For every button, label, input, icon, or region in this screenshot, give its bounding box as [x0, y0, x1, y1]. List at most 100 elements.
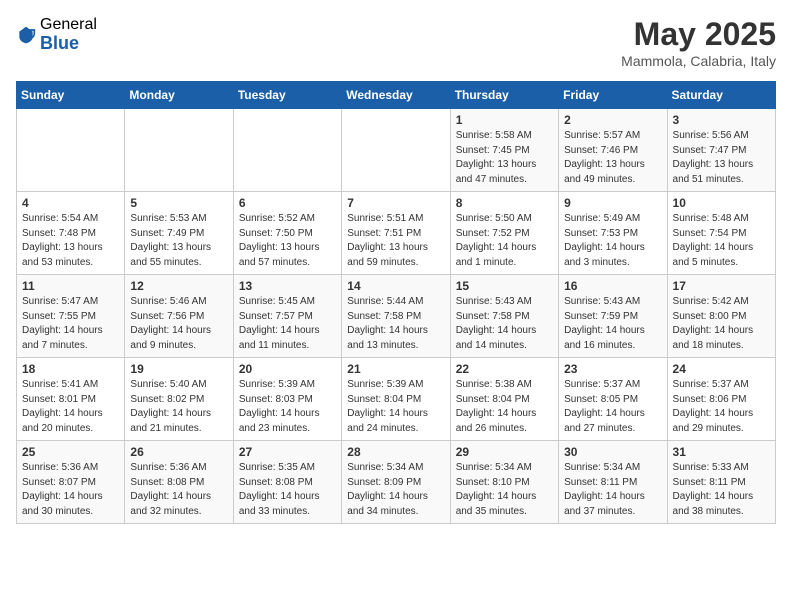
day-number: 5 [130, 196, 227, 210]
calendar-title: May 2025 [621, 16, 776, 53]
calendar-cell: 25 Sunrise: 5:36 AM Sunset: 8:07 PM Dayli… [17, 441, 125, 524]
day-number: 23 [564, 362, 661, 376]
day-number: 15 [456, 279, 553, 293]
header-saturday: Saturday [667, 82, 775, 109]
calendar-cell: 18 Sunrise: 5:41 AM Sunset: 8:01 PM Dayli… [17, 358, 125, 441]
day-number: 28 [347, 445, 444, 459]
day-number: 27 [239, 445, 336, 459]
calendar-cell: 27 Sunrise: 5:35 AM Sunset: 8:08 PM Dayli… [233, 441, 341, 524]
day-info: Sunrise: 5:34 AM Sunset: 8:09 PM Dayligh… [347, 461, 444, 519]
day-info: Sunrise: 5:35 AM Sunset: 8:08 PM Dayligh… [239, 461, 336, 519]
day-info: Sunrise: 5:48 AM Sunset: 7:54 PM Dayligh… [673, 212, 770, 270]
day-info: Sunrise: 5:52 AM Sunset: 7:50 PM Dayligh… [239, 212, 336, 270]
day-info: Sunrise: 5:45 AM Sunset: 7:57 PM Dayligh… [239, 295, 336, 353]
day-info: Sunrise: 5:57 AM Sunset: 7:46 PM Dayligh… [564, 129, 661, 187]
logo: General Blue [16, 16, 97, 53]
day-number: 25 [22, 445, 119, 459]
calendar-cell: 16Sunrise: 5:43 AM Sunset: 7:59 PM Dayli… [559, 275, 667, 358]
calendar-week-1: 1 Sunrise: 5:58 AM Sunset: 7:45 PM Daylig… [17, 109, 776, 192]
day-info: Sunrise: 5:58 AM Sunset: 7:45 PM Dayligh… [456, 129, 553, 187]
day-info: Sunrise: 5:39 AM Sunset: 8:03 PM Dayligh… [239, 378, 336, 436]
day-number: 12 [130, 279, 227, 293]
header-monday: Monday [125, 82, 233, 109]
day-number: 20 [239, 362, 336, 376]
day-number: 11 [22, 279, 119, 293]
day-info: Sunrise: 5:34 AM Sunset: 8:11 PM Dayligh… [564, 461, 661, 519]
day-info: Sunrise: 5:42 AM Sunset: 8:00 PM Dayligh… [673, 295, 770, 353]
header-row: Sunday Monday Tuesday Wednesday Thursday… [17, 82, 776, 109]
calendar-cell: 20 Sunrise: 5:39 AM Sunset: 8:03 PM Dayli… [233, 358, 341, 441]
calendar-cell: 28 Sunrise: 5:34 AM Sunset: 8:09 PM Dayli… [342, 441, 450, 524]
logo-blue: Blue [40, 34, 97, 54]
calendar-cell: 12 Sunrise: 5:46 AM Sunset: 7:56 PM Dayli… [125, 275, 233, 358]
day-number: 21 [347, 362, 444, 376]
calendar-week-3: 11 Sunrise: 5:47 AM Sunset: 7:55 PM Dayli… [17, 275, 776, 358]
calendar-table: Sunday Monday Tuesday Wednesday Thursday… [16, 81, 776, 524]
day-info: Sunrise: 5:36 AM Sunset: 8:08 PM Dayligh… [130, 461, 227, 519]
header-wednesday: Wednesday [342, 82, 450, 109]
header-friday: Friday [559, 82, 667, 109]
day-number: 6 [239, 196, 336, 210]
day-number: 9 [564, 196, 661, 210]
calendar-cell: 23 Sunrise: 5:37 AM Sunset: 8:05 PM Dayli… [559, 358, 667, 441]
day-number: 31 [673, 445, 770, 459]
day-number: 13 [239, 279, 336, 293]
day-info: Sunrise: 5:43 AM Sunset: 7:58 PM Dayligh… [456, 295, 553, 353]
logo-icon [16, 25, 36, 45]
calendar-cell: 14 Sunrise: 5:44 AM Sunset: 7:58 PM Dayli… [342, 275, 450, 358]
calendar-week-4: 18 Sunrise: 5:41 AM Sunset: 8:01 PM Dayli… [17, 358, 776, 441]
calendar-cell: 6 Sunrise: 5:52 AM Sunset: 7:50 PM Daylig… [233, 192, 341, 275]
logo-general: General [40, 16, 97, 34]
day-number: 1 [456, 113, 553, 127]
day-number: 14 [347, 279, 444, 293]
calendar-cell: 10 Sunrise: 5:48 AM Sunset: 7:54 PM Dayli… [667, 192, 775, 275]
day-number: 18 [22, 362, 119, 376]
day-info: Sunrise: 5:40 AM Sunset: 8:02 PM Dayligh… [130, 378, 227, 436]
day-info: Sunrise: 5:46 AM Sunset: 7:56 PM Dayligh… [130, 295, 227, 353]
calendar-cell: 21Sunrise: 5:39 AM Sunset: 8:04 PM Dayli… [342, 358, 450, 441]
calendar-cell: 24 Sunrise: 5:37 AM Sunset: 8:06 PM Dayli… [667, 358, 775, 441]
calendar-cell [233, 109, 341, 192]
day-info: Sunrise: 5:33 AM Sunset: 8:11 PM Dayligh… [673, 461, 770, 519]
day-number: 22 [456, 362, 553, 376]
day-info: Sunrise: 5:41 AM Sunset: 8:01 PM Dayligh… [22, 378, 119, 436]
calendar-cell [17, 109, 125, 192]
page-header: General Blue May 2025 Mammola, Calabria,… [16, 16, 776, 69]
calendar-header: Sunday Monday Tuesday Wednesday Thursday… [17, 82, 776, 109]
calendar-cell: 17 Sunrise: 5:42 AM Sunset: 8:00 PM Dayli… [667, 275, 775, 358]
calendar-cell: 1 Sunrise: 5:58 AM Sunset: 7:45 PM Daylig… [450, 109, 558, 192]
calendar-cell: 15 Sunrise: 5:43 AM Sunset: 7:58 PM Dayli… [450, 275, 558, 358]
calendar-cell: 8Sunrise: 5:50 AM Sunset: 7:52 PM Daylig… [450, 192, 558, 275]
day-number: 8 [456, 196, 553, 210]
day-info: Sunrise: 5:37 AM Sunset: 8:06 PM Dayligh… [673, 378, 770, 436]
day-number: 2 [564, 113, 661, 127]
day-number: 16 [564, 279, 661, 293]
day-info: Sunrise: 5:47 AM Sunset: 7:55 PM Dayligh… [22, 295, 119, 353]
day-number: 10 [673, 196, 770, 210]
day-info: Sunrise: 5:56 AM Sunset: 7:47 PM Dayligh… [673, 129, 770, 187]
day-number: 24 [673, 362, 770, 376]
day-info: Sunrise: 5:37 AM Sunset: 8:05 PM Dayligh… [564, 378, 661, 436]
calendar-cell: 26Sunrise: 5:36 AM Sunset: 8:08 PM Dayli… [125, 441, 233, 524]
day-info: Sunrise: 5:44 AM Sunset: 7:58 PM Dayligh… [347, 295, 444, 353]
day-number: 3 [673, 113, 770, 127]
day-info: Sunrise: 5:53 AM Sunset: 7:49 PM Dayligh… [130, 212, 227, 270]
header-thursday: Thursday [450, 82, 558, 109]
calendar-cell: 29Sunrise: 5:34 AM Sunset: 8:10 PM Dayli… [450, 441, 558, 524]
day-number: 19 [130, 362, 227, 376]
calendar-cell: 2 Sunrise: 5:57 AM Sunset: 7:46 PM Daylig… [559, 109, 667, 192]
day-number: 17 [673, 279, 770, 293]
day-info: Sunrise: 5:49 AM Sunset: 7:53 PM Dayligh… [564, 212, 661, 270]
calendar-cell: 13 Sunrise: 5:45 AM Sunset: 7:57 PM Dayli… [233, 275, 341, 358]
calendar-cell: 4Sunrise: 5:54 AM Sunset: 7:48 PM Daylig… [17, 192, 125, 275]
day-number: 30 [564, 445, 661, 459]
day-info: Sunrise: 5:36 AM Sunset: 8:07 PM Dayligh… [22, 461, 119, 519]
calendar-week-2: 4Sunrise: 5:54 AM Sunset: 7:48 PM Daylig… [17, 192, 776, 275]
day-info: Sunrise: 5:34 AM Sunset: 8:10 PM Dayligh… [456, 461, 553, 519]
day-number: 7 [347, 196, 444, 210]
calendar-cell: 3 Sunrise: 5:56 AM Sunset: 7:47 PM Daylig… [667, 109, 775, 192]
calendar-cell: 30 Sunrise: 5:34 AM Sunset: 8:11 PM Dayli… [559, 441, 667, 524]
calendar-week-5: 25 Sunrise: 5:36 AM Sunset: 8:07 PM Dayli… [17, 441, 776, 524]
calendar-subtitle: Mammola, Calabria, Italy [621, 53, 776, 69]
header-tuesday: Tuesday [233, 82, 341, 109]
